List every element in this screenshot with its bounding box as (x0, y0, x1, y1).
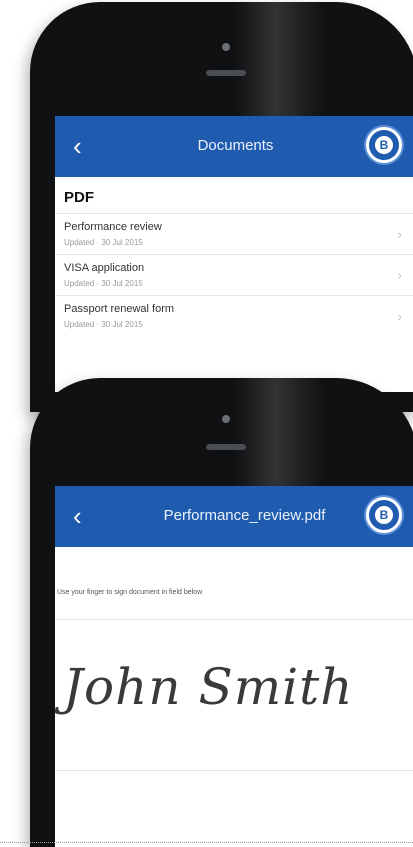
page-title: Performance_review.pdf (163, 507, 326, 524)
earpiece-speaker (206, 444, 246, 450)
phone-documents: ‹ Documents B PDF Performance review Upd… (30, 2, 413, 412)
chevron-right-icon: › (397, 267, 402, 283)
avatar[interactable]: B (366, 127, 402, 163)
chevron-right-icon: › (397, 308, 402, 324)
signature-text: John Smith (63, 658, 354, 716)
document-updated: Updated · 30 Jul 2015 (64, 279, 143, 288)
screen-documents: ‹ Documents B PDF Performance review Upd… (55, 116, 413, 392)
document-name: Performance review (64, 221, 162, 233)
document-updated: Updated · 30 Jul 2015 (64, 238, 143, 247)
document-name: Passport renewal form (64, 303, 175, 315)
screen-signature: ‹ Performance_review.pdf B Use your fing… (55, 486, 413, 847)
list-item[interactable]: Passport renewal form Updated · 30 Jul 2… (55, 295, 413, 336)
app-bar: ‹ Documents B (55, 116, 413, 177)
dotted-divider (0, 842, 413, 843)
signature-instruction: Use your finger to sign document in fiel… (57, 589, 203, 596)
app-bar: ‹ Performance_review.pdf B (55, 486, 413, 547)
list-item[interactable]: VISA application Updated · 30 Jul 2015 › (55, 254, 413, 295)
document-updated: Updated · 30 Jul 2015 (64, 320, 143, 329)
earpiece-speaker (206, 70, 246, 76)
section-title: PDF (64, 189, 94, 206)
front-camera (222, 43, 230, 51)
signature-field[interactable]: John Smith (55, 619, 413, 771)
front-camera (222, 415, 230, 423)
avatar[interactable]: B (366, 497, 402, 533)
document-list: Performance review Updated · 30 Jul 2015… (55, 213, 413, 336)
phone-signature: ‹ Performance_review.pdf B Use your fing… (30, 378, 413, 847)
document-name: VISA application (64, 262, 145, 274)
avatar-letter: B (375, 136, 393, 154)
avatar-letter: B (375, 506, 393, 524)
chevron-right-icon: › (397, 226, 402, 242)
page-title: Documents (197, 137, 274, 154)
list-item[interactable]: Performance review Updated · 30 Jul 2015… (55, 213, 413, 254)
